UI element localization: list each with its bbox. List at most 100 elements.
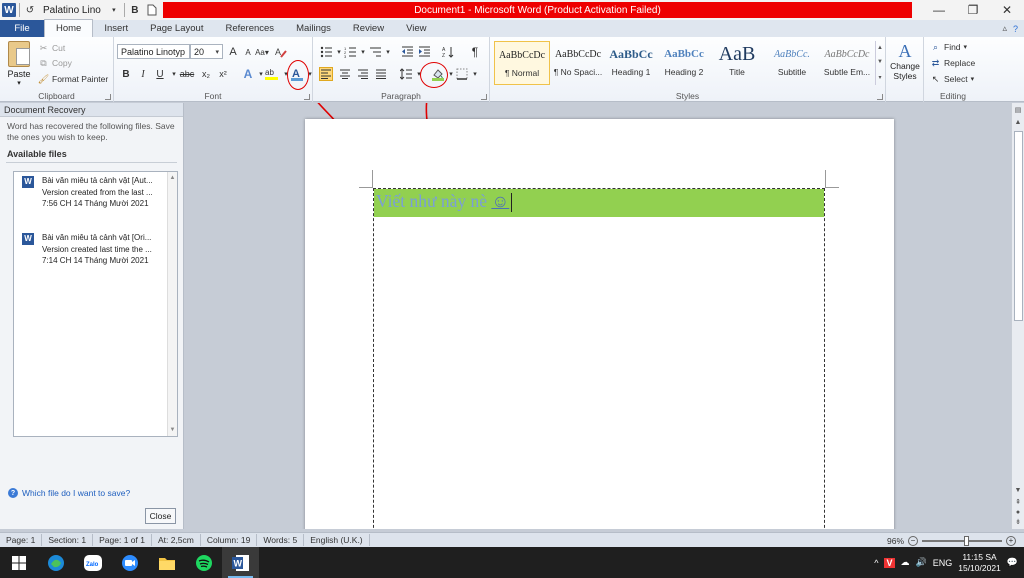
status-word-count[interactable]: Words: 5 xyxy=(257,534,305,546)
notifications-icon[interactable]: 💬 xyxy=(1007,557,1018,568)
chevron-up-icon[interactable]: ▲ xyxy=(170,175,176,181)
tab-file[interactable]: File xyxy=(0,20,44,37)
align-right-button[interactable] xyxy=(356,67,370,81)
align-center-button[interactable] xyxy=(338,67,352,81)
tab-references[interactable]: References xyxy=(214,20,285,37)
format-painter-button[interactable]: 🖌 Format Painter xyxy=(38,73,108,85)
clipboard-launcher-icon[interactable] xyxy=(105,94,111,100)
change-case-icon[interactable]: Aa▾ xyxy=(255,45,269,59)
volume-icon[interactable]: 🔊 xyxy=(916,557,927,568)
styles-launcher-icon[interactable] xyxy=(877,94,883,100)
tab-review[interactable]: Review xyxy=(342,20,395,37)
word-logo-icon[interactable]: W xyxy=(2,3,16,17)
qat-bold-button[interactable]: B xyxy=(128,3,142,17)
vietkey-icon[interactable]: V xyxy=(884,557,895,568)
font-launcher-icon[interactable] xyxy=(304,94,310,100)
status-language[interactable]: English (U.K.) xyxy=(304,534,370,546)
zoom-slider[interactable] xyxy=(922,535,1002,546)
minimize-ribbon-icon[interactable]: ▵ xyxy=(1002,23,1007,34)
justify-button[interactable] xyxy=(374,67,388,81)
bullets-icon[interactable] xyxy=(319,45,333,59)
chevron-up-icon[interactable]: ▲ xyxy=(877,45,883,51)
italic-button[interactable]: I xyxy=(136,67,150,81)
style-subtitle[interactable]: AaBbCc. Subtitle xyxy=(764,41,820,85)
copy-button[interactable]: ⧉ Copy xyxy=(38,57,72,69)
zoom-out-icon[interactable]: − xyxy=(908,535,918,546)
document-page[interactable]: Viết như này nè ☺ xyxy=(305,119,894,529)
paste-button[interactable]: Paste ▾ xyxy=(4,41,34,87)
list-item[interactable]: W Bài văn miêu tả cảnh vật [Aut... Versi… xyxy=(14,172,177,229)
paragraph-launcher-icon[interactable] xyxy=(481,94,487,100)
more-styles-icon[interactable]: ▾ xyxy=(878,74,881,81)
help-icon[interactable]: ? xyxy=(1013,24,1018,34)
edge-browser-icon[interactable] xyxy=(37,547,74,578)
tab-page-layout[interactable]: Page Layout xyxy=(139,20,214,37)
scroll-up-icon[interactable]: ▲ xyxy=(1012,117,1024,127)
highlight-color-button[interactable]: ab xyxy=(264,67,280,81)
tab-home[interactable]: Home xyxy=(44,19,94,37)
word-taskbar-icon[interactable]: W xyxy=(222,547,259,578)
style-no-spacing[interactable]: AaBbCcDc ¶ No Spaci... xyxy=(550,41,606,85)
qat-font-box[interactable]: Palatino Lino xyxy=(40,2,104,18)
maximize-icon[interactable]: ❐ xyxy=(956,0,990,20)
input-language[interactable]: ENG xyxy=(933,558,953,568)
replace-button[interactable]: ⇄ Replace xyxy=(930,57,975,69)
list-item[interactable]: W Bài văn miêu tả cảnh vật [Ori... Versi… xyxy=(14,229,177,286)
grow-font-button[interactable]: A xyxy=(226,45,240,59)
qat-font-dropdown-icon[interactable]: ▾ xyxy=(107,3,121,17)
status-page[interactable]: Page: 1 xyxy=(0,534,43,546)
zoom-slider-knob[interactable] xyxy=(964,535,969,546)
font-size-combo[interactable]: 20 ▾ xyxy=(190,44,223,59)
vertical-scrollbar[interactable]: ▤ ▲ ▼ ⇞ ● ⇟ xyxy=(1011,103,1024,529)
subscript-button[interactable]: x₂ xyxy=(199,67,213,81)
numbering-icon[interactable]: 123 xyxy=(343,45,357,59)
close-button[interactable]: Close xyxy=(145,508,176,524)
close-icon[interactable]: ✕ xyxy=(990,0,1024,20)
status-section[interactable]: Section: 1 xyxy=(42,534,94,546)
cut-button[interactable]: ✂ Cut xyxy=(38,42,66,54)
scroll-down-icon[interactable]: ▼ xyxy=(1012,485,1024,495)
scrollbar-thumb[interactable] xyxy=(1014,131,1023,321)
borders-icon[interactable] xyxy=(455,67,469,81)
windows-start-icon[interactable] xyxy=(0,547,37,578)
text-box[interactable]: Viết như này nè ☺ xyxy=(373,188,825,529)
onedrive-icon[interactable]: ☁ xyxy=(901,557,910,568)
spotify-icon[interactable] xyxy=(185,547,222,578)
status-position[interactable]: At: 2,5cm xyxy=(152,534,201,546)
strikethrough-button[interactable]: abc xyxy=(178,67,196,81)
find-button[interactable]: ⌕ Find ▾ xyxy=(930,41,967,53)
zoom-level[interactable]: 96% xyxy=(887,536,904,546)
show-formatting-marks-icon[interactable]: ¶ xyxy=(468,45,482,59)
browse-object-icon[interactable]: ● xyxy=(1012,507,1024,517)
increase-indent-icon[interactable] xyxy=(417,45,431,59)
sort-icon[interactable]: AZ xyxy=(441,45,455,59)
tab-mailings[interactable]: Mailings xyxy=(285,20,342,37)
ruler-toggle-icon[interactable]: ▤ xyxy=(1012,105,1024,115)
chevron-down-icon[interactable]: ▼ xyxy=(877,59,883,65)
zoom-in-icon[interactable]: + xyxy=(1006,535,1016,546)
style-heading-2[interactable]: AaBbCc Heading 2 xyxy=(656,41,712,85)
file-explorer-icon[interactable] xyxy=(148,547,185,578)
align-left-button[interactable] xyxy=(319,67,333,81)
bold-button[interactable]: B xyxy=(119,67,133,81)
tab-view[interactable]: View xyxy=(395,20,437,37)
zoom-app-icon[interactable] xyxy=(111,547,148,578)
style-normal[interactable]: AaBbCcDc ¶ Normal xyxy=(494,41,550,85)
style-heading-1[interactable]: AaBbCc Heading 1 xyxy=(603,41,659,85)
style-title[interactable]: AaB Title xyxy=(709,41,765,85)
show-hidden-icons-icon[interactable]: ^ xyxy=(874,558,878,568)
zalo-icon[interactable]: Zalo xyxy=(74,547,111,578)
chevron-down-icon[interactable]: ▼ xyxy=(170,427,176,433)
list-scrollbar[interactable]: ▲ ▼ xyxy=(167,172,177,436)
line-spacing-icon[interactable] xyxy=(399,67,413,81)
multilevel-list-icon[interactable] xyxy=(368,45,382,59)
document-text[interactable]: Viết như này nè ☺ xyxy=(376,191,513,213)
previous-page-icon[interactable]: ⇞ xyxy=(1012,497,1024,507)
borders-dropdown-icon[interactable]: ▾ xyxy=(468,67,482,81)
clear-formatting-icon[interactable]: A xyxy=(274,45,288,59)
styles-gallery-scroll[interactable]: ▲ ▼ ▾ xyxy=(875,41,884,85)
font-name-combo[interactable]: Palatino Linotyp xyxy=(117,44,190,59)
text-effects-icon[interactable]: A xyxy=(241,67,255,81)
select-button[interactable]: ↖ Select ▾ xyxy=(930,73,974,85)
status-column[interactable]: Column: 19 xyxy=(201,534,258,546)
